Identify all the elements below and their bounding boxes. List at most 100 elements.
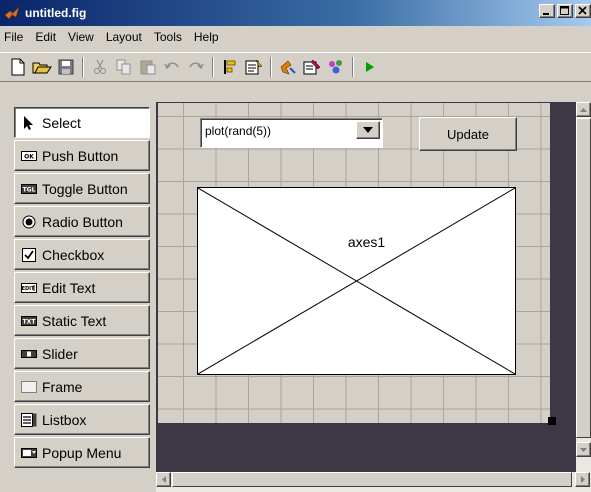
toolbar-separator — [352, 57, 354, 77]
menu-editor-button[interactable] — [242, 56, 266, 78]
copy-icon — [116, 59, 131, 75]
checkbox-icon — [22, 247, 36, 262]
palette-popup-menu[interactable]: Popup Menu — [14, 437, 150, 468]
maximize-icon — [560, 6, 569, 15]
palette-label: Edit Text — [42, 279, 96, 296]
horizontal-scroll-thumb[interactable] — [172, 472, 572, 487]
minimize-button[interactable] — [539, 4, 555, 18]
edit-text-icon-badge: EDIT — [22, 286, 35, 292]
toggle-button-icon: TGL — [21, 183, 37, 194]
open-folder-icon — [32, 62, 52, 74]
toggle-button-icon-badge: TGL — [23, 186, 36, 193]
listbox-icon — [21, 412, 37, 427]
update-button[interactable]: Update — [419, 117, 517, 151]
palette-slider[interactable]: Slider — [14, 338, 150, 369]
scroll-down-icon — [580, 447, 587, 452]
palette-listbox[interactable]: Listbox — [14, 404, 150, 435]
paste-button[interactable] — [136, 56, 160, 78]
menu-bar: File Edit View Layout Tools Help — [0, 26, 591, 48]
scroll-up-icon — [580, 107, 587, 112]
palette-label: Listbox — [42, 411, 87, 428]
palette-label: Frame — [42, 378, 83, 395]
palette-label: Radio Button — [42, 213, 123, 230]
palette-radio-button[interactable]: Radio Button — [14, 206, 150, 237]
align-objects-button[interactable] — [218, 56, 242, 78]
vertical-scroll-thumb[interactable] — [576, 118, 591, 438]
palette-toggle-button[interactable]: TGL Toggle Button — [14, 173, 150, 204]
palette-checkbox[interactable]: Checkbox — [14, 239, 150, 270]
menu-tools[interactable]: Tools — [148, 30, 188, 44]
new-file-icon — [11, 58, 25, 76]
menu-layout[interactable]: Layout — [100, 30, 148, 44]
menu-file[interactable]: File — [0, 30, 29, 44]
horizontal-scrollbar[interactable] — [156, 472, 591, 492]
scroll-left-icon — [161, 476, 166, 483]
undo-button[interactable] — [160, 56, 184, 78]
menu-help[interactable]: Help — [188, 30, 225, 44]
property-inspector-button[interactable] — [276, 56, 300, 78]
update-button-label: Update — [447, 126, 489, 142]
palette-select[interactable]: Select — [14, 107, 150, 138]
maximize-button[interactable] — [557, 4, 573, 18]
palette-label: Popup Menu — [42, 444, 122, 461]
close-button[interactable] — [575, 4, 591, 18]
palette-label: Toggle Button — [42, 180, 128, 197]
redo-icon — [189, 62, 204, 70]
figure-resize-handle[interactable] — [548, 417, 556, 425]
mfile-editor-icon — [303, 59, 321, 75]
arrow-cursor-icon — [24, 115, 33, 130]
scroll-left-button[interactable] — [156, 472, 171, 487]
static-text-icon: TXT — [21, 315, 37, 326]
popup-menu-component[interactable]: plot(rand(5)) — [200, 118, 383, 148]
property-inspector-icon — [280, 60, 296, 75]
push-button-icon: OK — [21, 150, 37, 161]
object-browser-icon — [329, 60, 342, 74]
new-button[interactable] — [6, 56, 30, 78]
scroll-right-icon — [580, 476, 585, 483]
static-text-icon-badge: TXT — [23, 318, 37, 325]
push-button-icon-badge: OK — [24, 153, 34, 160]
chevron-down-icon — [363, 127, 373, 133]
mfile-editor-button[interactable] — [300, 56, 324, 78]
scroll-up-button[interactable] — [576, 102, 591, 117]
menu-editor-icon — [245, 59, 263, 75]
radio-button-icon — [22, 215, 36, 228]
palette-frame[interactable]: Frame — [14, 371, 150, 402]
toolbar-separator — [270, 57, 272, 77]
undo-icon — [164, 62, 179, 70]
run-icon — [366, 62, 374, 72]
palette-label: Push Button — [42, 147, 119, 164]
minimize-icon — [543, 13, 549, 15]
copy-button[interactable] — [112, 56, 136, 78]
menu-view[interactable]: View — [62, 30, 100, 44]
axes-placeholder-cross — [198, 188, 515, 374]
vertical-scrollbar[interactable] — [576, 102, 591, 472]
scroll-down-button[interactable] — [576, 442, 591, 457]
redo-button[interactable] — [184, 56, 208, 78]
scroll-right-button[interactable] — [575, 472, 590, 487]
popup-menu-icon — [21, 447, 37, 458]
matlab-logo-icon — [4, 6, 20, 20]
palette-static-text[interactable]: TXT Static Text — [14, 305, 150, 336]
toolbar-separator — [212, 57, 214, 77]
palette-edit-text[interactable]: EDIT Edit Text — [14, 272, 150, 303]
popup-menu-value: plot(rand(5)) — [205, 124, 272, 138]
popup-menu-arrow[interactable] — [356, 121, 380, 139]
align-objects-icon — [224, 60, 236, 74]
palette-label: Slider — [42, 345, 78, 362]
menu-edit[interactable]: Edit — [29, 30, 62, 44]
slider-icon — [21, 349, 37, 358]
window-title: untitled.fig — [25, 6, 87, 20]
save-button[interactable] — [54, 56, 78, 78]
palette-label: Static Text — [42, 312, 107, 329]
object-browser-button[interactable] — [324, 56, 348, 78]
palette-label: Checkbox — [42, 246, 105, 263]
run-button[interactable] — [358, 56, 382, 78]
palette-push-button[interactable]: OK Push Button — [14, 140, 150, 171]
cut-icon — [94, 59, 106, 74]
palette-label: Select — [42, 114, 81, 131]
open-button[interactable] — [30, 56, 54, 78]
cut-button[interactable] — [88, 56, 112, 78]
axes-component[interactable]: axes1 — [197, 187, 516, 375]
axes-tag: axes1 — [347, 234, 386, 250]
